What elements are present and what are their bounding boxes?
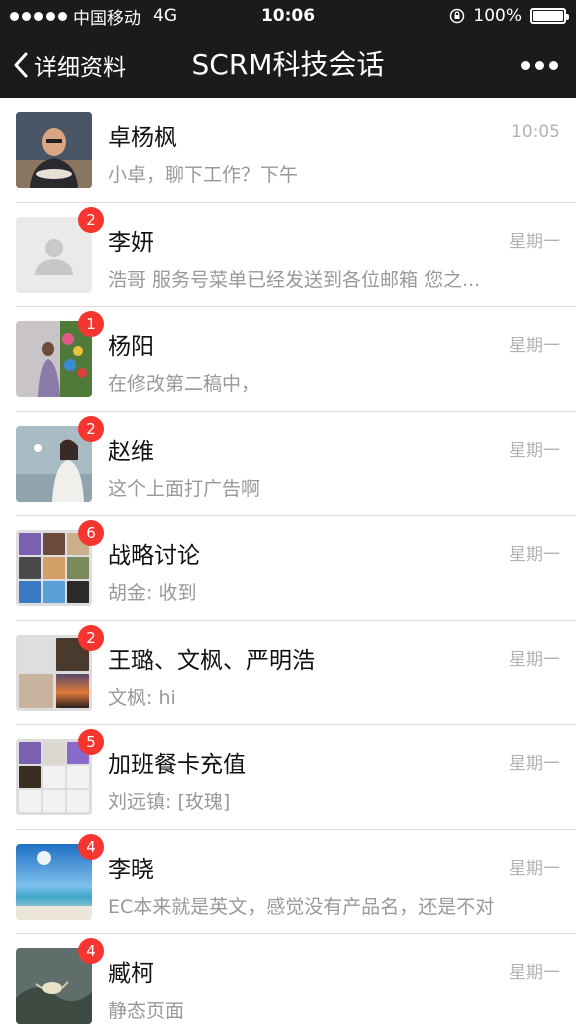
chat-row[interactable]: 2 王璐、文枫、严明浩 星期一 文枫: hi — [0, 620, 576, 725]
chat-row[interactable]: 卓杨枫 10:05 小卓，聊下工作？下午 — [0, 98, 576, 203]
status-bar: 中国移动 4G 10:06 100% — [0, 0, 576, 32]
chat-list: 卓杨枫 10:05 小卓，聊下工作？下午 2 李妍 星期一 浩哥 服务号菜单已经… — [0, 98, 576, 1024]
unread-badge: 2 — [78, 624, 104, 651]
chat-preview: 静态页面 — [108, 1000, 185, 1022]
chat-time: 星期一 — [509, 545, 560, 565]
chat-time: 星期一 — [509, 231, 560, 252]
chat-preview: 胡金: 收到 — [108, 582, 197, 604]
chat-preview: 浩哥 服务号菜单已经发送到各位邮箱 您之... — [108, 268, 481, 291]
chat-row[interactable]: 2 赵维 星期一 这个上面打广告啊 — [0, 411, 576, 516]
chat-row[interactable]: 1 杨阳 星期一 在修改第二稿中， — [0, 307, 576, 412]
chat-preview: 小卓，聊下工作？下午 — [108, 164, 299, 186]
chat-name: 加班餐卡充值 — [108, 752, 246, 778]
unread-badge: 5 — [78, 729, 104, 755]
unread-badge: 2 — [78, 415, 104, 442]
chat-time: 10:05 — [511, 122, 560, 142]
chat-name: 李妍 — [108, 229, 154, 256]
chevron-left-icon — [14, 52, 28, 78]
unread-badge: 1 — [78, 311, 104, 337]
chat-row[interactable]: 4 臧柯 星期一 静态页面 — [0, 934, 576, 1024]
status-right: 100% — [449, 0, 569, 32]
person-photo-icon — [16, 112, 92, 188]
more-icon-dot — [535, 60, 544, 70]
default-avatar-icon — [35, 238, 73, 275]
more-options-button[interactable] — [521, 32, 558, 98]
chat-row[interactable]: 4 李晓 星期一 EC本来就是英文，感觉没有产品名，还是不对 — [0, 829, 576, 934]
chat-row[interactable]: 6 战略讨论 星期一 胡金: 收到 — [0, 516, 576, 621]
chat-preview: EC本来就是英文，感觉没有产品名，还是不对 — [108, 895, 495, 918]
chat-time: 星期一 — [509, 440, 560, 461]
chat-preview: 这个上面打广告啊 — [108, 477, 261, 500]
chat-time: 星期一 — [509, 858, 560, 879]
chat-preview: 文枫: hi — [108, 686, 176, 709]
chat-time: 星期一 — [509, 649, 560, 670]
chat-time: 星期一 — [509, 336, 560, 356]
more-icon-dot — [549, 60, 558, 70]
unread-badge: 6 — [78, 520, 104, 546]
more-icon-dot — [521, 60, 530, 70]
avatar — [16, 112, 92, 188]
chat-name: 李晓 — [108, 856, 154, 883]
navigation-bar: 详细资料 SCRM科技会话 — [0, 32, 576, 98]
battery-percent: 100% — [473, 6, 522, 26]
unread-badge: 4 — [78, 938, 104, 964]
back-button[interactable]: 详细资料 — [12, 32, 126, 98]
chat-name: 卓杨枫 — [108, 125, 177, 151]
unread-badge: 2 — [78, 206, 104, 233]
chat-preview: 刘远镇: [玫瑰] — [108, 791, 231, 813]
battery-icon — [530, 8, 569, 24]
chat-row[interactable]: 5 加班餐卡充值 星期一 刘远镇: [玫瑰] — [0, 725, 576, 830]
unread-badge: 4 — [78, 833, 104, 860]
chat-row[interactable]: 2 李妍 星期一 浩哥 服务号菜单已经发送到各位邮箱 您之... — [0, 202, 576, 307]
rotation-lock-icon — [450, 8, 465, 24]
back-label: 详细资料 — [34, 55, 126, 81]
chat-time: 星期一 — [509, 754, 560, 774]
chat-time: 星期一 — [509, 963, 560, 983]
chat-name: 王璐、文枫、严明浩 — [108, 647, 315, 674]
chat-name: 战略讨论 — [108, 543, 200, 569]
chat-preview: 在修改第二稿中， — [108, 373, 261, 395]
chat-name: 杨阳 — [108, 334, 154, 360]
chat-name: 臧柯 — [108, 961, 154, 987]
chat-name: 赵维 — [108, 438, 154, 465]
